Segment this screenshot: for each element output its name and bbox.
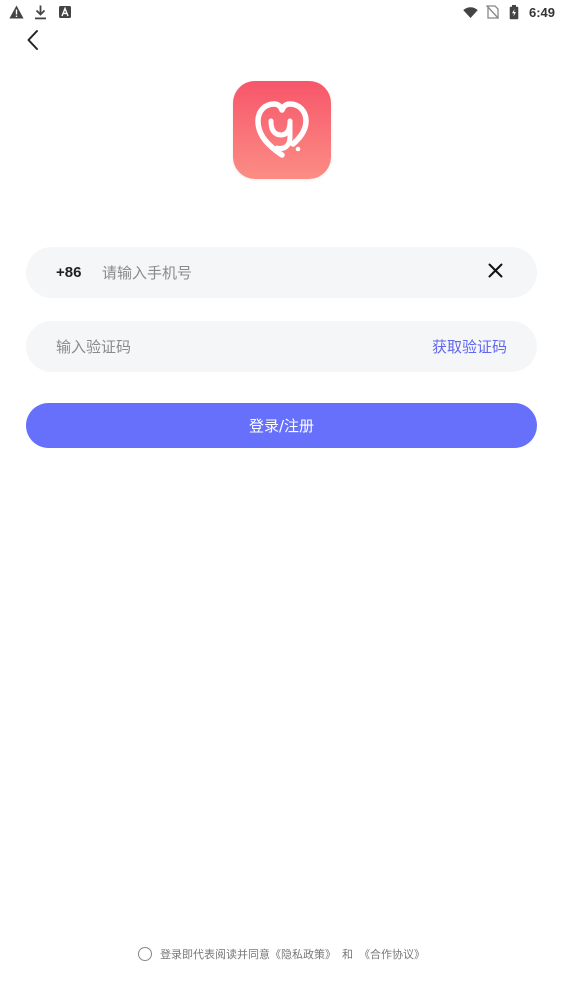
agree-checkbox[interactable] [138, 947, 152, 961]
status-time: 6:49 [528, 4, 555, 20]
get-code-button[interactable]: 获取验证码 [432, 336, 507, 357]
chevron-left-icon [26, 29, 40, 55]
battery-icon [507, 4, 522, 20]
status-right: 6:49 [463, 4, 555, 20]
login-screen: 6:49 +86 获取验证码 登录/注册 [0, 0, 563, 1000]
country-code[interactable]: +86 [56, 264, 102, 281]
verification-code-input[interactable] [56, 321, 432, 372]
a-badge-icon [57, 5, 72, 20]
cooperation-agreement-link[interactable]: 《合作协议》 [359, 946, 425, 962]
agreement-prefix: 登录即代表阅读并同意 [160, 948, 270, 961]
close-icon [488, 263, 503, 282]
clear-phone-button[interactable] [475, 253, 515, 293]
no-sim-icon [485, 5, 500, 20]
privacy-policy-link[interactable]: 《隐私政策》 [270, 946, 336, 962]
status-left [9, 5, 72, 20]
phone-input[interactable] [102, 247, 475, 298]
agreement-row: 登录即代表阅读并同意 《隐私政策》 和 《合作协议》 [0, 945, 563, 963]
heart-y-logo [255, 101, 309, 158]
wifi-icon [463, 5, 478, 20]
phone-field-row: +86 [26, 247, 537, 298]
app-logo [233, 81, 331, 179]
code-field-row: 获取验证码 [26, 321, 537, 372]
warning-icon [9, 5, 24, 20]
login-register-button[interactable]: 登录/注册 [26, 403, 537, 448]
download-icon [33, 5, 48, 20]
agreement-conjunction: 和 [342, 948, 353, 961]
status-bar: 6:49 [0, 0, 563, 24]
back-button[interactable] [17, 27, 49, 57]
